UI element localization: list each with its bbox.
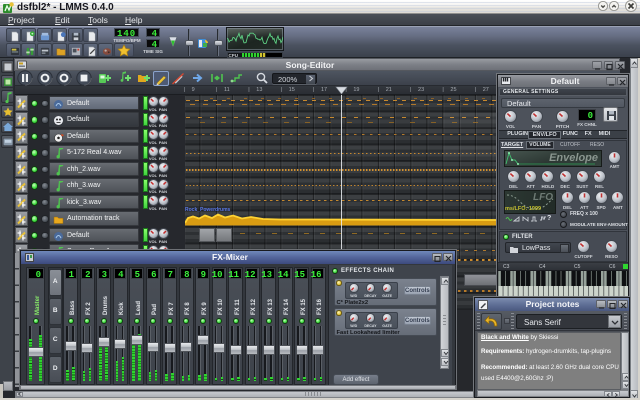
- svg-text:Lead: Lead: [136, 301, 142, 315]
- svg-text:Pad: Pad: [152, 304, 158, 315]
- svg-text:Kick: Kick: [119, 302, 125, 315]
- svg-text:FX 12: FX 12: [251, 298, 257, 315]
- svg-text:FX 2: FX 2: [86, 302, 92, 315]
- svg-text:FX 7: FX 7: [169, 302, 175, 315]
- svg-text:Drums: Drums: [103, 295, 109, 315]
- svg-text:FX 14: FX 14: [284, 298, 290, 315]
- svg-text:FX 13: FX 13: [268, 298, 274, 315]
- svg-text:FX 9: FX 9: [202, 302, 208, 315]
- svg-text:FX 10: FX 10: [218, 298, 224, 315]
- svg-text:Master: Master: [35, 295, 41, 315]
- svg-text:FX 16: FX 16: [317, 298, 323, 315]
- svg-text:FX 15: FX 15: [301, 298, 307, 315]
- svg-text:FX 11: FX 11: [235, 299, 241, 315]
- svg-text:FX 8: FX 8: [185, 302, 191, 315]
- svg-text:Bass: Bass: [70, 300, 76, 315]
